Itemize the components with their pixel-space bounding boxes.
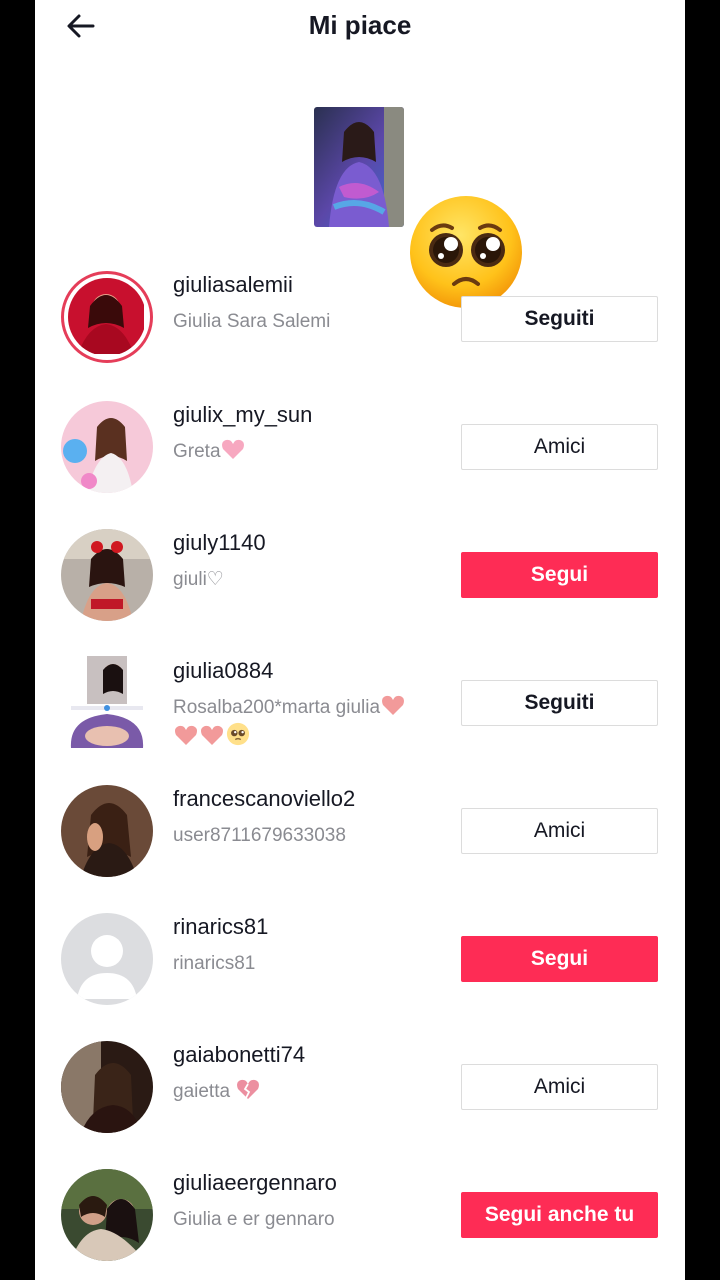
heart-emoji-icon [382,695,405,715]
friends-button[interactable]: Amici [461,1064,658,1110]
following-button[interactable]: Seguiti [461,296,658,342]
list-item[interactable]: gaiabonetti74 gaietta Amici [35,1030,685,1140]
likes-screen: Mi piace giuliasalemii Giulia Sara Salem… [35,0,685,1280]
list-item[interactable]: giuliasalemii Giulia Sara Salemi Seguiti [35,260,685,370]
avatar[interactable] [61,1041,153,1133]
avatar[interactable] [61,1169,153,1261]
list-item[interactable]: giulix_my_sun Greta Amici [35,390,685,500]
username[interactable]: gaiabonetti74 [173,1042,305,1068]
heart-emoji-icon [201,725,223,745]
display-name: giuli♡ [173,569,224,590]
username[interactable]: francescanoviello2 [173,786,355,812]
header: Mi piace [35,0,685,52]
avatar[interactable] [61,401,153,493]
username[interactable]: giuliaeergennaro [173,1170,337,1196]
follow-back-button[interactable]: Segui anche tu [461,1192,658,1238]
heart-emoji-icon [221,439,244,459]
broken-heart-emoji-icon [237,1079,260,1099]
display-name: user8711679633038 [173,825,346,846]
username[interactable]: rinarics81 [173,914,268,940]
heart-emoji-icon [175,725,197,745]
username[interactable]: giulix_my_sun [173,402,312,428]
username[interactable]: giulia0884 [173,658,273,684]
list-item[interactable]: rinarics81 rinarics81 Segui [35,902,685,1012]
page-title: Mi piace [308,10,412,40]
follow-button[interactable]: Segui [461,936,658,982]
list-item[interactable]: francescanoviello2 user8711679633038 Ami… [35,774,685,884]
display-name: rinarics81 [173,953,256,974]
avatar[interactable] [61,913,153,1005]
pleading-face-emoji-icon [226,722,250,746]
display-name: Giulia e er gennaro [173,1209,335,1230]
display-name: Greta [173,438,463,466]
follow-button[interactable]: Segui [461,552,658,598]
display-name: Giulia Sara Salemi [173,311,331,332]
username[interactable]: giuliasalemii [173,272,293,298]
avatar[interactable] [61,656,153,748]
avatar[interactable] [61,271,153,363]
following-button[interactable]: Seguiti [461,680,658,726]
video-thumbnail[interactable] [314,107,404,227]
avatar[interactable] [61,529,153,621]
friends-button[interactable]: Amici [461,808,658,854]
list-item[interactable]: giuly1140 giuli♡ Segui [35,518,685,628]
display-name: gaietta [173,1078,463,1106]
avatar[interactable] [61,785,153,877]
friends-button[interactable]: Amici [461,424,658,470]
list-item[interactable]: giuliaeergennaro Giulia e er gennaro Seg… [35,1158,685,1268]
list-item[interactable]: giulia0884 Rosalba200*marta giulia Segui… [35,646,685,756]
username[interactable]: giuly1140 [173,530,266,556]
display-name: Rosalba200*marta giulia [173,694,473,752]
